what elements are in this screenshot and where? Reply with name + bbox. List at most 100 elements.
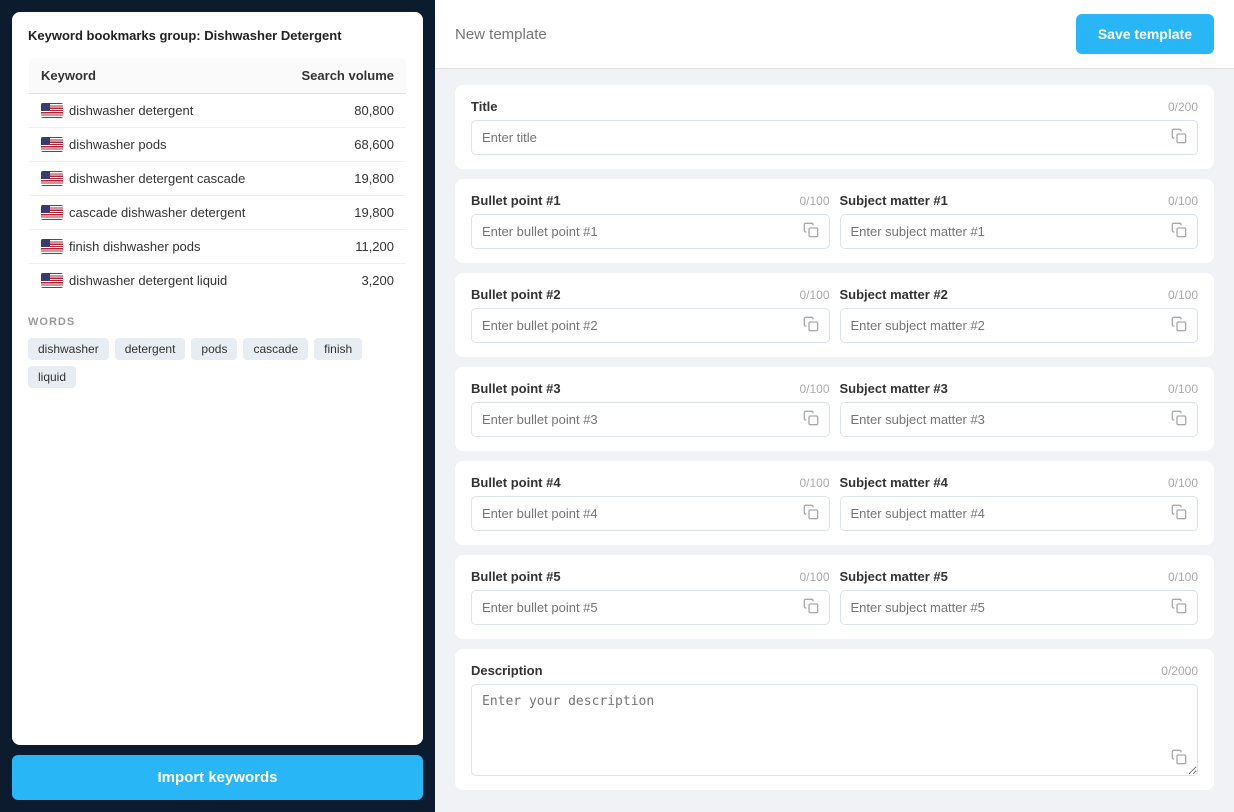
title-section: Title 0/200: [455, 85, 1214, 169]
sm-count-1: 0/100: [1168, 194, 1198, 208]
keyword-text: cascade dishwasher detergent: [69, 205, 245, 220]
sm-input-5[interactable]: [841, 591, 1198, 624]
left-panel: Keyword bookmarks group: Dishwasher Dete…: [0, 0, 435, 812]
sm-label-1: Subject matter #1: [840, 193, 948, 208]
keywords-table: Keyword Search volume dishwasher deterge…: [28, 57, 407, 298]
bp-count-2: 0/100: [799, 288, 829, 302]
right-header: Save template: [435, 0, 1234, 69]
sm-input-wrap-4: [840, 496, 1199, 531]
sm-input-wrap-2: [840, 308, 1199, 343]
right-content: Title 0/200 Bullet point #1 0: [435, 69, 1234, 812]
bp-header-4: Bullet point #4 0/100: [471, 475, 830, 490]
title-input-wrap: [471, 120, 1198, 155]
sm-header-4: Subject matter #4 0/100: [840, 475, 1199, 490]
bp-input-1[interactable]: [472, 215, 829, 248]
sm-copy-icon-3[interactable]: [1171, 410, 1189, 428]
bp-copy-icon-3[interactable]: [803, 410, 821, 428]
word-tag[interactable]: dishwasher: [28, 338, 109, 360]
col-volume: Search volume: [279, 58, 407, 94]
word-tag[interactable]: cascade: [243, 338, 308, 360]
bp-input-4[interactable]: [472, 497, 829, 530]
title-copy-icon[interactable]: [1171, 128, 1189, 146]
sm-count-3: 0/100: [1168, 382, 1198, 396]
bp-input-wrap-5: [471, 590, 830, 625]
sm-input-wrap-5: [840, 590, 1199, 625]
template-name-input[interactable]: [455, 26, 1076, 43]
bp-input-3[interactable]: [472, 403, 829, 436]
flag-us-icon: [41, 273, 63, 288]
bp-input-5[interactable]: [472, 591, 829, 624]
import-keywords-button[interactable]: Import keywords: [12, 755, 423, 800]
sm-group-1: Subject matter #1 0/100: [840, 193, 1199, 249]
sm-group-4: Subject matter #4 0/100: [840, 475, 1199, 531]
title-count: 0/200: [1168, 100, 1198, 114]
bullet-point-section-3: Bullet point #3 0/100: [455, 367, 1214, 451]
keyword-text: dishwasher pods: [69, 137, 167, 152]
flag-us-icon: [41, 137, 63, 152]
bp-count-1: 0/100: [799, 194, 829, 208]
bullet-points-container: Bullet point #1 0/100: [455, 179, 1214, 649]
bullet-point-section-5: Bullet point #5 0/100: [455, 555, 1214, 639]
bp-input-wrap-2: [471, 308, 830, 343]
group-label: Keyword bookmarks group: Dishwasher Dete…: [28, 28, 407, 43]
words-label: WORDS: [28, 316, 407, 328]
table-row: dishwasher detergent liquid 3,200: [29, 264, 407, 298]
keyword-group-box: Keyword bookmarks group: Dishwasher Dete…: [12, 12, 423, 745]
keyword-text: dishwasher detergent liquid: [69, 273, 227, 288]
sm-header-5: Subject matter #5 0/100: [840, 569, 1199, 584]
sm-copy-icon-4[interactable]: [1171, 504, 1189, 522]
bullet-row-1: Bullet point #1 0/100: [471, 193, 1198, 249]
bullet-row-2: Bullet point #2 0/100: [471, 287, 1198, 343]
sm-input-3[interactable]: [841, 403, 1198, 436]
volume-text: 19,800: [279, 162, 407, 196]
sm-input-wrap-1: [840, 214, 1199, 249]
description-field-header: Description 0/2000: [471, 663, 1198, 678]
table-row: dishwasher detergent 80,800: [29, 94, 407, 128]
sm-input-2[interactable]: [841, 309, 1198, 342]
description-textarea[interactable]: [472, 685, 1197, 775]
sm-label-5: Subject matter #5: [840, 569, 948, 584]
bullet-point-section-1: Bullet point #1 0/100: [455, 179, 1214, 263]
bp-header-2: Bullet point #2 0/100: [471, 287, 830, 302]
description-copy-icon[interactable]: [1171, 749, 1189, 767]
word-tag[interactable]: detergent: [115, 338, 186, 360]
flag-us-icon: [41, 103, 63, 118]
bp-input-2[interactable]: [472, 309, 829, 342]
sm-input-1[interactable]: [841, 215, 1198, 248]
bp-copy-icon-1[interactable]: [803, 222, 821, 240]
bp-copy-icon-4[interactable]: [803, 504, 821, 522]
bp-count-5: 0/100: [799, 570, 829, 584]
description-label: Description: [471, 663, 543, 678]
keyword-text: finish dishwasher pods: [69, 239, 201, 254]
group-label-text: Keyword bookmarks group:: [28, 28, 201, 43]
title-label: Title: [471, 99, 498, 114]
description-section: Description 0/2000: [455, 649, 1214, 790]
sm-header-1: Subject matter #1 0/100: [840, 193, 1199, 208]
sm-count-5: 0/100: [1168, 570, 1198, 584]
sm-count-4: 0/100: [1168, 476, 1198, 490]
bp-copy-icon-5[interactable]: [803, 598, 821, 616]
save-template-button[interactable]: Save template: [1076, 14, 1214, 54]
table-row: finish dishwasher pods 11,200: [29, 230, 407, 264]
word-tag[interactable]: finish: [314, 338, 362, 360]
sm-input-4[interactable]: [841, 497, 1198, 530]
bullet-point-section-4: Bullet point #4 0/100: [455, 461, 1214, 545]
sm-copy-icon-2[interactable]: [1171, 316, 1189, 334]
title-input[interactable]: [472, 121, 1197, 154]
bullet-row-3: Bullet point #3 0/100: [471, 381, 1198, 437]
bp-header-3: Bullet point #3 0/100: [471, 381, 830, 396]
title-field-header: Title 0/200: [471, 99, 1198, 114]
bp-copy-icon-2[interactable]: [803, 316, 821, 334]
sm-copy-icon-5[interactable]: [1171, 598, 1189, 616]
bp-header-5: Bullet point #5 0/100: [471, 569, 830, 584]
bp-label-4: Bullet point #4: [471, 475, 561, 490]
sm-count-2: 0/100: [1168, 288, 1198, 302]
flag-us-icon: [41, 239, 63, 254]
flag-us-icon: [41, 205, 63, 220]
sm-copy-icon-1[interactable]: [1171, 222, 1189, 240]
sm-header-3: Subject matter #3 0/100: [840, 381, 1199, 396]
bullet-point-section-2: Bullet point #2 0/100: [455, 273, 1214, 357]
bp-count-3: 0/100: [799, 382, 829, 396]
word-tag[interactable]: pods: [191, 338, 237, 360]
word-tag[interactable]: liquid: [28, 366, 76, 388]
